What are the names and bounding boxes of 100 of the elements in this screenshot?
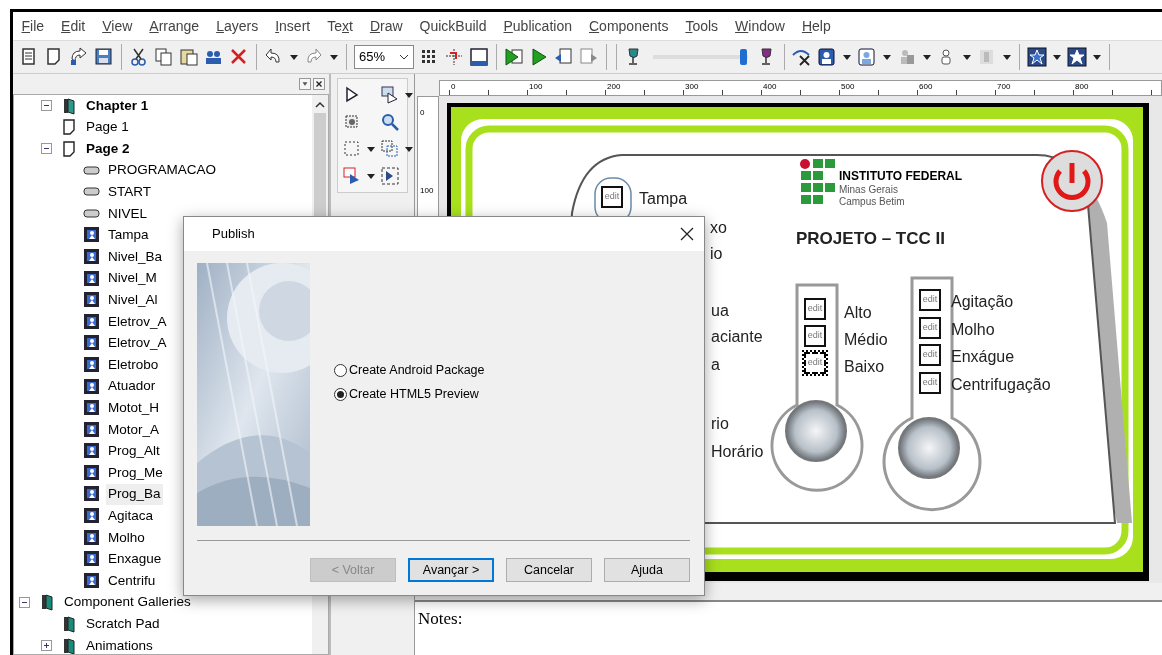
caret-icon[interactable] xyxy=(366,171,376,181)
image-object-icon xyxy=(83,550,100,569)
tree-item[interactable]: Agitaca xyxy=(106,505,156,527)
tree-item[interactable]: Nivel_Al xyxy=(106,290,160,311)
copy-icon[interactable] xyxy=(154,47,174,67)
caret-icon[interactable] xyxy=(882,52,892,62)
ruler-number: 100 xyxy=(420,185,434,197)
caret-icon[interactable] xyxy=(1002,52,1012,62)
frame-icon[interactable] xyxy=(469,47,489,67)
star-icon[interactable] xyxy=(1027,47,1047,67)
slider-thumb[interactable] xyxy=(740,49,748,65)
dialog-button[interactable]: Ajuda xyxy=(604,558,690,582)
tree-item[interactable]: Nivel_M xyxy=(106,268,159,289)
caret-icon[interactable] xyxy=(1092,52,1102,62)
menu-item[interactable]: Layers xyxy=(207,15,267,37)
menu-item[interactable]: Help xyxy=(793,15,840,37)
select-icon[interactable] xyxy=(380,85,400,105)
import-icon[interactable] xyxy=(579,47,599,67)
edit-image[interactable]: edit xyxy=(804,298,826,320)
tree-item[interactable]: Prog_Alt xyxy=(106,441,162,462)
tree-item[interactable]: Molho xyxy=(106,527,147,548)
next-frame-icon[interactable] xyxy=(380,166,400,186)
dialog-button[interactable]: Cancelar xyxy=(506,558,592,582)
tree-item[interactable]: START xyxy=(106,182,153,203)
collapse-icon[interactable] xyxy=(41,100,52,112)
tree-item[interactable]: Motot_H xyxy=(106,398,162,419)
edit-image: edit xyxy=(919,344,941,366)
tree-item[interactable]: Motor_A xyxy=(106,419,162,440)
caret-icon[interactable] xyxy=(404,90,414,100)
zoom-select[interactable]: 65% xyxy=(354,45,414,69)
page-icon xyxy=(61,118,78,137)
eye-icon[interactable] xyxy=(792,47,812,67)
ruler-number: 700 xyxy=(997,81,1011,93)
tree-item[interactable]: Prog_Ba xyxy=(106,484,163,505)
tree-item[interactable]: Prog_Me xyxy=(106,462,165,483)
menu-item[interactable]: Arrange xyxy=(140,15,208,37)
menu-item[interactable]: Edit xyxy=(52,15,94,37)
tree-item[interactable]: NIVEL xyxy=(106,203,150,224)
tree-item[interactable]: Enxague xyxy=(106,549,164,570)
play-page-icon[interactable] xyxy=(504,47,524,67)
play-icon[interactable] xyxy=(529,47,549,67)
menu-item[interactable]: Text xyxy=(318,15,362,37)
tree-item[interactable]: Animations xyxy=(84,635,155,654)
caret-icon[interactable] xyxy=(329,52,339,62)
dropdown-icon[interactable] xyxy=(299,78,311,90)
tree-item[interactable]: Component Galleries xyxy=(62,592,193,613)
star-icon[interactable] xyxy=(1067,47,1087,67)
tree-item[interactable]: Eletrov_A xyxy=(106,311,169,332)
menu-item[interactable]: Draw xyxy=(361,15,412,37)
tree-item[interactable]: Nivel_Ba xyxy=(106,246,165,268)
menu-item[interactable]: View xyxy=(93,15,141,37)
tree-item[interactable]: Scratch Pad xyxy=(84,613,162,635)
tree-item[interactable]: Page 1 xyxy=(84,117,131,138)
menu-item[interactable]: Components xyxy=(580,15,677,37)
expand-icon[interactable] xyxy=(41,640,52,652)
tree-item[interactable]: Eletrobo xyxy=(106,354,161,376)
dialog-button[interactable]: Avançar > xyxy=(408,558,494,582)
menu-item[interactable]: File xyxy=(13,15,53,37)
paste-icon[interactable] xyxy=(179,47,199,67)
tree-item[interactable]: Centrifu xyxy=(106,570,158,591)
control-label: ua xyxy=(711,301,729,321)
snap-icon[interactable] xyxy=(444,47,464,67)
tree-item[interactable]: Chapter 1 xyxy=(84,95,151,116)
search-icon[interactable] xyxy=(380,112,400,132)
menu-item[interactable]: Publication xyxy=(495,15,581,37)
ruler-number: 600 xyxy=(919,81,933,93)
tree-item[interactable]: Eletrov_A xyxy=(106,333,169,354)
rotate-icon[interactable] xyxy=(69,47,89,67)
menu-item[interactable]: Tools xyxy=(676,15,727,37)
tree-item[interactable]: Page 2 xyxy=(84,138,132,160)
person-icon[interactable] xyxy=(817,47,837,67)
book-icon xyxy=(61,615,78,634)
save-icon[interactable] xyxy=(94,47,114,67)
caret-icon[interactable] xyxy=(404,144,414,154)
menu-item[interactable]: QuickBuild xyxy=(411,15,495,37)
caret-icon[interactable] xyxy=(922,52,932,62)
edit-image[interactable]: edit xyxy=(804,325,826,347)
collapse-icon[interactable] xyxy=(19,596,30,608)
collapse-icon[interactable] xyxy=(41,143,52,155)
caret-icon[interactable] xyxy=(366,144,376,154)
caret-icon[interactable] xyxy=(962,52,972,62)
scroll-up-icon[interactable] xyxy=(315,101,325,109)
close-icon[interactable] xyxy=(313,78,325,90)
scissors-icon[interactable] xyxy=(129,47,149,67)
person-icon[interactable] xyxy=(857,47,877,67)
menu-item[interactable]: Window xyxy=(726,15,794,37)
export-icon[interactable] xyxy=(554,47,574,67)
tree-item[interactable]: Atuador xyxy=(106,376,158,397)
close-icon[interactable] xyxy=(680,227,694,241)
edit-image[interactable]: edit xyxy=(804,352,826,374)
control-label: Agitação xyxy=(951,292,1014,312)
tree-item[interactable]: PROGRAMACAO xyxy=(106,160,218,181)
menu-item[interactable]: Insert xyxy=(266,15,319,37)
chevron-down-icon[interactable] xyxy=(399,53,409,61)
caret-icon[interactable] xyxy=(1052,52,1062,62)
caret-icon[interactable] xyxy=(289,52,299,62)
tree-item[interactable]: Tampa xyxy=(106,225,151,246)
radio-option[interactable]: Create Android Package xyxy=(334,361,485,380)
radio-option[interactable]: Create HTML5 Preview xyxy=(334,384,485,404)
caret-icon[interactable] xyxy=(842,52,852,62)
